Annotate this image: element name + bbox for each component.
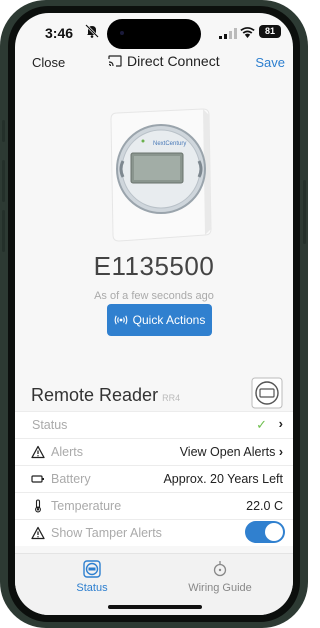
tamper-row: Show Tamper Alerts xyxy=(15,519,293,546)
details-list: Status ✓ › Alerts View Open Alerts › Bat… xyxy=(15,411,293,546)
battery-label: Battery xyxy=(51,472,91,486)
alerts-label: Alerts xyxy=(51,445,83,459)
last-updated-text: As of a few seconds ago xyxy=(94,290,214,302)
status-bar: 3:46 81 xyxy=(15,13,293,51)
page-title-text: Direct Connect xyxy=(127,53,220,69)
tab-status-label: Status xyxy=(76,582,108,594)
meter-brand-logo: NextCentury xyxy=(153,141,186,147)
warning-icon xyxy=(31,445,45,459)
save-button[interactable]: Save xyxy=(255,55,285,70)
alerts-value: View Open Alerts › xyxy=(180,445,283,459)
status-row[interactable]: Status ✓ › xyxy=(15,411,293,438)
tab-wiring-label: Wiring Guide xyxy=(188,582,252,594)
battery-icon: 81 xyxy=(259,25,281,38)
dynamic-island xyxy=(107,19,201,49)
phone-frame: 3:46 81 Close Direct Connect Save NextCe… xyxy=(0,0,308,628)
temperature-label: Temperature xyxy=(51,499,122,513)
side-button xyxy=(303,180,306,244)
warning-icon xyxy=(31,526,45,540)
tab-status[interactable]: Status xyxy=(37,560,147,594)
nav-bar: Close Direct Connect Save xyxy=(15,51,293,75)
tab-wiring-guide[interactable]: Wiring Guide xyxy=(165,560,275,594)
status-time: 3:46 xyxy=(45,25,74,41)
close-button[interactable]: Close xyxy=(32,55,65,70)
temperature-value: 22.0 C xyxy=(246,499,283,513)
bell-slash-icon xyxy=(85,24,99,38)
alerts-value-text: View Open Alerts xyxy=(179,445,276,459)
thermometer-icon xyxy=(35,499,41,513)
home-indicator[interactable] xyxy=(108,605,202,609)
battery-icon xyxy=(31,475,44,483)
toggle-knob xyxy=(265,523,283,541)
chevron-right-icon: › xyxy=(278,416,283,431)
meter-icon xyxy=(83,560,101,578)
reader-title-text: Remote Reader xyxy=(31,385,159,405)
reader-device-icon[interactable] xyxy=(251,377,283,409)
battery-row: Battery Approx. 20 Years Left xyxy=(15,465,293,492)
side-button xyxy=(2,120,5,142)
cast-icon xyxy=(108,55,122,67)
wiring-icon xyxy=(213,561,227,577)
tamper-alerts-toggle[interactable] xyxy=(245,521,285,543)
signal-icon xyxy=(219,28,237,39)
reader-header: Remote Reader RR4 xyxy=(15,375,293,411)
broadcast-icon xyxy=(114,315,128,325)
quick-actions-button[interactable]: Quick Actions xyxy=(107,304,212,336)
status-label: Status xyxy=(32,418,68,432)
side-button xyxy=(2,210,5,252)
check-icon: ✓ xyxy=(256,417,267,432)
screen: 3:46 81 Close Direct Connect Save NextCe… xyxy=(15,13,293,615)
reader-title: Remote Reader RR4 xyxy=(31,385,180,406)
wifi-icon xyxy=(240,27,255,38)
meter-device-image: NextCentury xyxy=(110,108,212,242)
quick-actions-label: Quick Actions xyxy=(132,313,206,327)
alerts-row[interactable]: Alerts View Open Alerts › xyxy=(15,438,293,465)
page-title: Direct Connect xyxy=(108,53,220,69)
side-button xyxy=(2,160,5,202)
device-id: E1135500 xyxy=(93,251,215,281)
reader-model: RR4 xyxy=(162,393,181,403)
battery-value: Approx. 20 Years Left xyxy=(163,472,283,486)
tamper-label: Show Tamper Alerts xyxy=(51,526,162,540)
temperature-row: Temperature 22.0 C xyxy=(15,492,293,519)
chevron-right-icon: › xyxy=(278,445,283,459)
